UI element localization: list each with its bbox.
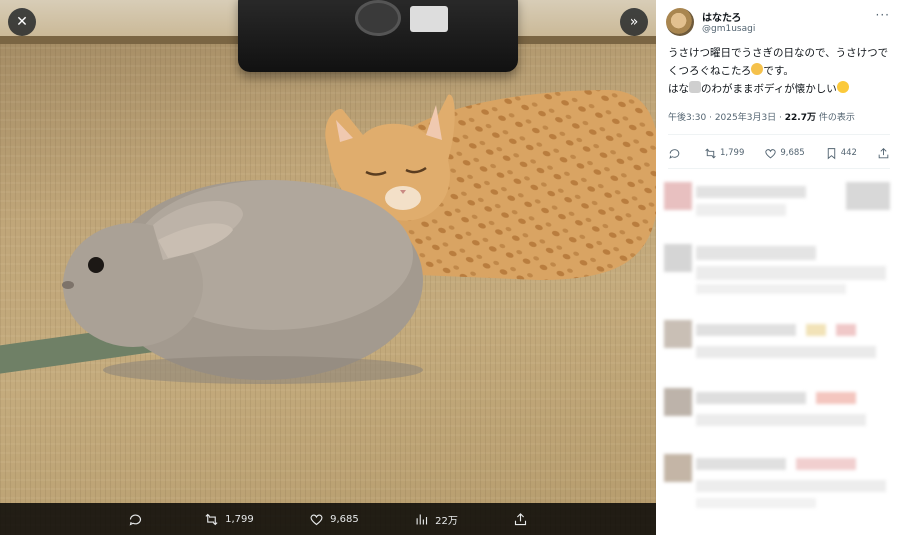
engagement-bar: 1,799 9,685 442 [668,144,890,162]
share-icon [515,512,527,525]
tweet-date[interactable]: 2025年3月3日 [715,113,776,123]
retweet-button[interactable]: 1,799 [204,512,254,527]
blurred-replies [656,172,900,535]
rabbit-emoji [689,81,701,93]
close-icon[interactable]: ✕ [8,8,36,36]
analytics-icon [416,514,428,524]
tweet-text: うさけつ曜日でうさぎの日なので、うさけつでくつろぐねこたろ です。 はな のわがまま… [668,44,894,98]
smiling-cat-emoji [751,63,764,75]
reply-stat[interactable] [668,147,684,160]
tweet-line2-tail: のわがままボディが懐かしい [701,83,837,95]
retweet-stat-count: 1,799 [720,148,745,158]
bookmark-stat-count: 442 [840,148,857,158]
tweet-viewer: ✕ » 1,799 9,685 22万 はなたろ @gm1usagi ··· う… [0,0,900,535]
meta-separator: · [706,113,715,123]
divider [668,168,890,169]
heart-icon [765,148,777,158]
blurred-reply [656,176,900,238]
like-button[interactable]: 9,685 [309,512,359,527]
display-name[interactable]: はなたろ [702,9,741,24]
blurred-reply [656,240,900,302]
like-count: 9,685 [330,513,359,525]
views-number: 22.7万 [784,113,816,123]
reply-button[interactable] [128,512,149,527]
blurred-reply [656,316,900,378]
retweet-stat[interactable]: 1,799 [704,147,744,160]
reply-icon [129,514,141,526]
divider [668,134,890,135]
tweet-panel: はなたろ @gm1usagi ··· うさけつ曜日でうさぎの日なので、うさけつで… [656,0,900,535]
tweet-line2-head: はな [668,83,689,95]
bookmark-icon [827,147,835,159]
retweet-icon [705,148,716,158]
user-handle[interactable]: @gm1usagi [702,24,755,34]
tweet-line1-tail: です。 [763,65,794,77]
like-stat-count: 9,685 [780,148,805,158]
media-action-bar: 1,799 9,685 22万 [0,503,656,535]
views-label: 件の表示 [815,113,855,123]
share-button[interactable] [513,512,528,527]
tweet-meta: 午後3:30 · 2025年3月3日 · 22.7万 件の表示 [668,110,855,123]
heart-icon [310,513,323,525]
share-icon [878,147,889,158]
bookmark-stat[interactable]: 442 [825,147,857,160]
tweet-header: はなたろ @gm1usagi ··· [666,8,892,40]
retweet-icon [205,513,218,525]
views-button[interactable]: 22万 [414,512,458,527]
view-count: 22万 [435,515,458,527]
share-stat[interactable] [877,147,890,160]
more-options-icon[interactable]: ··· [876,8,890,22]
blurred-reply [656,450,900,512]
reply-icon [669,148,680,159]
heater-dial [355,0,401,36]
like-stat[interactable]: 9,685 [764,147,805,160]
retweet-count: 1,799 [225,513,254,525]
blurred-reply [656,384,900,446]
chevron-double-right-icon[interactable]: » [620,8,648,36]
rabbit-image [62,180,423,384]
avatar[interactable] [666,8,694,36]
tweet-time[interactable]: 午後3:30 [668,113,706,123]
media-viewer[interactable]: ✕ » [0,0,656,535]
laughing-emoji [836,81,849,93]
meta-separator: · [776,113,785,123]
heater-label [410,6,448,32]
